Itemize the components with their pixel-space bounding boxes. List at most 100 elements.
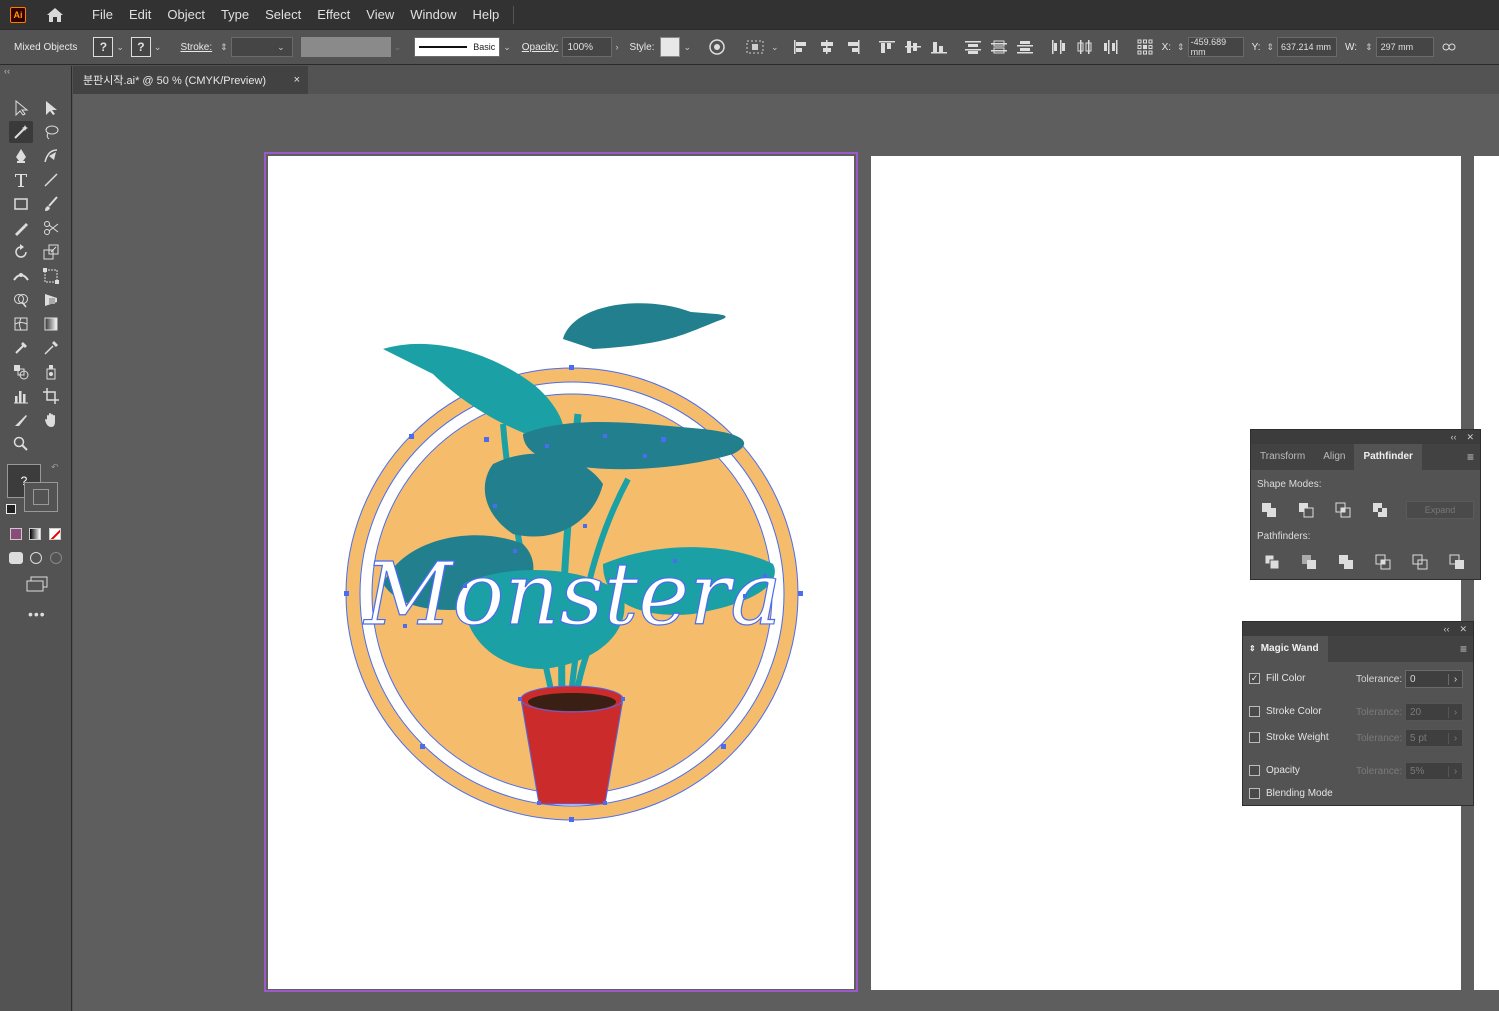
- chevron-down-icon[interactable]: ⌄: [394, 42, 402, 53]
- scissors-tool-icon[interactable]: [39, 217, 63, 239]
- type-tool-icon[interactable]: [9, 169, 33, 191]
- divide-icon[interactable]: [1264, 554, 1280, 570]
- chevron-down-icon[interactable]: ⌄: [154, 42, 162, 53]
- magic-wand-tool-icon[interactable]: [9, 121, 33, 143]
- chevron-right-icon[interactable]: ›: [1448, 673, 1462, 685]
- panel-menu-icon[interactable]: ≡: [1467, 444, 1474, 470]
- chevron-right-icon[interactable]: ›: [615, 42, 618, 52]
- minus-back-icon[interactable]: [1449, 554, 1465, 570]
- x-stepper[interactable]: ⇕: [1177, 42, 1185, 53]
- close-icon[interactable]: ×: [294, 74, 300, 86]
- slice-tool-icon[interactable]: [9, 409, 33, 431]
- artboard-tool-icon[interactable]: [39, 385, 63, 407]
- fill-tolerance-field[interactable]: 0 ›: [1405, 670, 1463, 688]
- pen-tool-icon[interactable]: [9, 145, 33, 167]
- panel-menu-icon[interactable]: ≡: [1460, 636, 1467, 662]
- stroke-weight-field[interactable]: ⌄: [230, 37, 293, 57]
- align-center-h-icon[interactable]: [818, 39, 836, 55]
- align-right-icon[interactable]: [844, 39, 862, 55]
- distribute-center-h-icon[interactable]: [1076, 39, 1094, 55]
- curvature-tool-icon[interactable]: [39, 145, 63, 167]
- align-bottom-icon[interactable]: [930, 39, 948, 55]
- menu-view[interactable]: View: [358, 0, 402, 29]
- draw-behind-icon[interactable]: [30, 552, 42, 564]
- tab-transform[interactable]: Transform: [1251, 444, 1314, 470]
- gradient-mode[interactable]: [29, 528, 41, 540]
- align-center-v-icon[interactable]: [904, 39, 922, 55]
- paintbrush-tool-icon[interactable]: [39, 193, 63, 215]
- minus-front-icon[interactable]: [1298, 502, 1314, 518]
- menu-effect[interactable]: Effect: [309, 0, 358, 29]
- stroke-weight-checkbox[interactable]: [1249, 732, 1260, 743]
- exclude-icon[interactable]: [1372, 502, 1388, 518]
- draw-normal-icon[interactable]: [9, 552, 23, 564]
- y-field[interactable]: 637.214 mm: [1277, 37, 1338, 57]
- distribute-bottom-icon[interactable]: [1016, 39, 1034, 55]
- width-tool-icon[interactable]: [9, 265, 33, 287]
- fill-swatch[interactable]: ?: [93, 37, 114, 57]
- symbol-sprayer-tool-icon[interactable]: [39, 361, 63, 383]
- collapse-icon[interactable]: ‹‹: [1443, 624, 1449, 634]
- gradient-tool-icon[interactable]: [39, 313, 63, 335]
- fill-color-option[interactable]: ✓ Fill Color: [1249, 673, 1305, 684]
- rotate-tool-icon[interactable]: [9, 241, 33, 263]
- monstera-text[interactable]: Monstera: [362, 544, 782, 645]
- zoom-tool-icon[interactable]: [9, 433, 33, 455]
- blending-mode-option[interactable]: Blending Mode: [1249, 788, 1333, 799]
- stroke-swatch-large[interactable]: [24, 482, 58, 512]
- eyedropper-tool-icon-alt[interactable]: [9, 337, 33, 359]
- menu-object[interactable]: Object: [159, 0, 213, 29]
- chevron-down-icon[interactable]: ⌄: [116, 42, 124, 53]
- close-icon[interactable]: ✕: [1459, 624, 1467, 635]
- collapse-icon[interactable]: ‹‹: [1450, 432, 1456, 442]
- selection-tool-icon[interactable]: [9, 97, 33, 119]
- hand-tool-icon[interactable]: [39, 409, 63, 431]
- shape-builder-tool-icon[interactable]: [9, 289, 33, 311]
- tab-align[interactable]: Align: [1314, 444, 1354, 470]
- draw-inside-icon[interactable]: [50, 552, 62, 564]
- align-to-selection-icon[interactable]: [746, 39, 764, 55]
- outline-icon[interactable]: [1412, 554, 1428, 570]
- brush-definition[interactable]: Basic: [414, 37, 501, 57]
- line-tool-icon[interactable]: [39, 169, 63, 191]
- transform-reference-point-icon[interactable]: [1136, 39, 1154, 55]
- close-icon[interactable]: ✕: [1466, 432, 1474, 443]
- menu-type[interactable]: Type: [213, 0, 257, 29]
- eyedropper-tool-icon[interactable]: [39, 337, 63, 359]
- graphic-style-swatch[interactable]: [660, 37, 681, 57]
- x-field[interactable]: -459.689 mm: [1187, 37, 1244, 57]
- stroke-swatch[interactable]: ?: [130, 37, 151, 57]
- scale-tool-icon[interactable]: [39, 241, 63, 263]
- fill-color-mode[interactable]: [10, 528, 22, 540]
- chevron-down-icon[interactable]: ⌄: [503, 42, 511, 53]
- align-left-icon[interactable]: [792, 39, 810, 55]
- blending-mode-checkbox[interactable]: [1249, 788, 1260, 799]
- menu-window[interactable]: Window: [402, 0, 464, 29]
- tab-magic-wand[interactable]: ⇕ Magic Wand: [1243, 636, 1328, 662]
- opacity-field[interactable]: 100%: [562, 37, 613, 57]
- recolor-artwork-icon[interactable]: [708, 39, 726, 55]
- stroke-color-option[interactable]: Stroke Color: [1249, 706, 1322, 717]
- distribute-left-icon[interactable]: [1050, 39, 1068, 55]
- distribute-right-icon[interactable]: [1102, 39, 1120, 55]
- collapse-panel-icon[interactable]: ‹‹: [4, 66, 10, 76]
- unite-icon[interactable]: [1261, 502, 1277, 518]
- menu-help[interactable]: Help: [464, 0, 507, 29]
- variable-width-profile[interactable]: [300, 37, 391, 57]
- merge-icon[interactable]: [1338, 554, 1354, 570]
- stroke-weight-option[interactable]: Stroke Weight: [1249, 732, 1329, 743]
- chevron-down-icon[interactable]: ⌄: [683, 42, 691, 53]
- home-icon[interactable]: [44, 4, 66, 26]
- trim-icon[interactable]: [1301, 554, 1317, 570]
- stroke-stepper[interactable]: ⇕: [220, 42, 228, 53]
- screen-mode-icon[interactable]: [26, 576, 48, 595]
- fill-color-checkbox[interactable]: ✓: [1249, 673, 1260, 684]
- opacity-option[interactable]: Opacity: [1249, 765, 1300, 776]
- constrain-proportions-icon[interactable]: [1440, 39, 1458, 55]
- blend-tool-icon[interactable]: [9, 361, 33, 383]
- column-graph-tool-icon[interactable]: [9, 385, 33, 407]
- free-transform-tool-icon[interactable]: [39, 265, 63, 287]
- plant-pot[interactable]: [520, 685, 624, 805]
- lasso-tool-icon[interactable]: [39, 121, 63, 143]
- swap-icon[interactable]: ↶: [51, 462, 59, 473]
